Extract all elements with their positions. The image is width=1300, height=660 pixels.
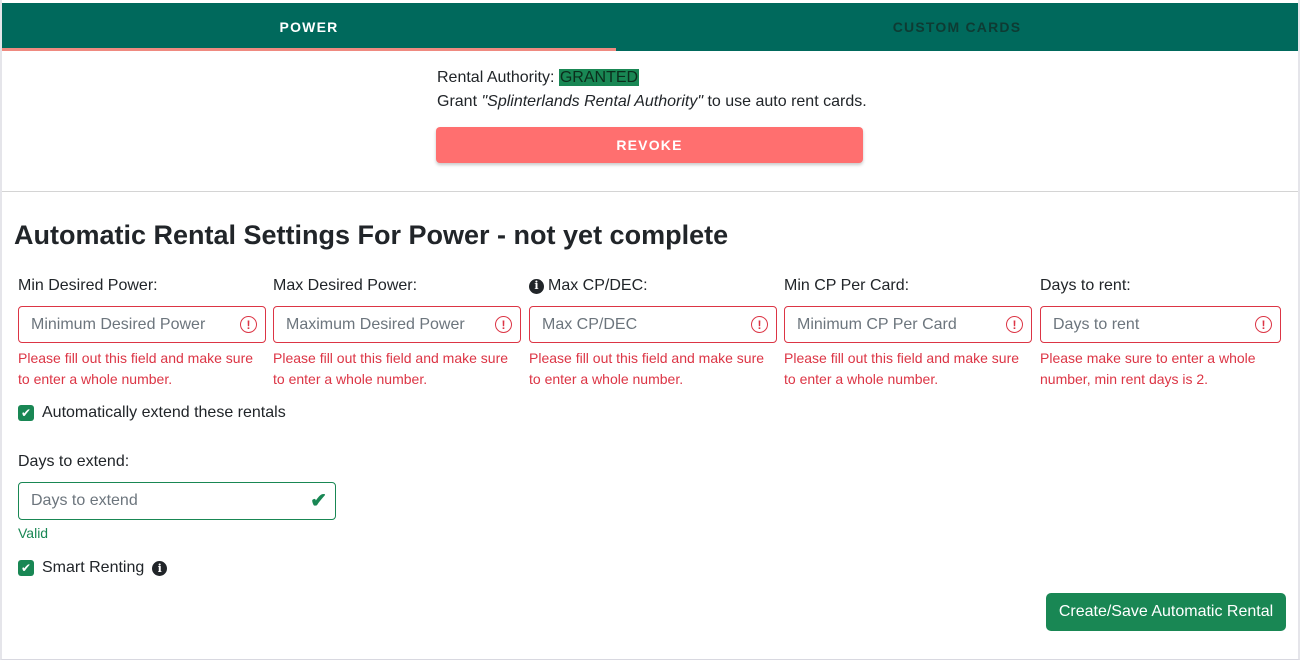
min-desired-power-feedback: Please fill out this field and make sure… xyxy=(18,350,254,387)
max-desired-power-label: Max Desired Power: xyxy=(273,277,418,294)
min-cp-per-card-wrap: ! xyxy=(784,306,1032,343)
info-circle-icon[interactable]: i xyxy=(152,560,168,576)
exclamation-circle-icon: ! xyxy=(1255,316,1272,333)
tab-custom-cards-label: CUSTOM CARDS xyxy=(892,19,1022,35)
tab-custom-cards[interactable]: CUSTOM CARDS xyxy=(616,3,1298,51)
check-icon: ✔ xyxy=(310,490,327,512)
exclamation-circle-icon: ! xyxy=(495,316,512,333)
exclamation-circle-icon: ! xyxy=(751,316,768,333)
max-desired-power-feedback: Please fill out this field and make sure… xyxy=(273,350,509,387)
min-cp-per-card-input[interactable] xyxy=(784,306,1032,343)
checkmark-icon: ✔ xyxy=(20,561,32,575)
max-desired-power-group: Max Desired Power: ! Please fill out thi… xyxy=(273,276,521,390)
days-to-rent-input[interactable] xyxy=(1040,306,1281,343)
smart-renting-row: ✔ Smart Renting i xyxy=(18,559,168,577)
min-desired-power-wrap: ! xyxy=(18,306,266,343)
tab-power-label: POWER xyxy=(279,19,339,35)
info-circle-icon[interactable]: i xyxy=(529,278,544,294)
auto-extend-row: ✔ Automatically extend these rentals xyxy=(18,404,286,422)
days-to-extend-input[interactable] xyxy=(18,482,336,520)
max-cp-dec-label: i Max CP/DEC: xyxy=(529,276,777,296)
days-to-rent-wrap: ! xyxy=(1040,306,1281,343)
granted-badge: GRANTED xyxy=(558,69,640,86)
grant-instruction: Grant "Splinterlands Rental Authority" t… xyxy=(437,90,867,114)
rental-authority-status: Rental Authority: GRANTED xyxy=(437,66,867,90)
create-save-automatic-rental-button[interactable]: Create/Save Automatic Rental xyxy=(1046,593,1286,631)
smart-renting-checkbox[interactable]: ✔ xyxy=(18,560,34,576)
min-cp-per-card-group: Min CP Per Card: ! Please fill out this … xyxy=(784,276,1032,390)
tab-bar: POWER CUSTOM CARDS xyxy=(2,3,1298,51)
max-cp-dec-feedback: Please fill out this field and make sure… xyxy=(529,350,765,387)
tab-power[interactable]: POWER xyxy=(2,3,616,51)
days-to-extend-feedback: Valid xyxy=(18,525,49,541)
grant-authority-name: "Splinterlands Rental Authority" xyxy=(481,93,704,110)
max-desired-power-wrap: ! xyxy=(273,306,521,343)
grant-suffix: to use auto rent cards. xyxy=(703,93,867,110)
active-tab-indicator xyxy=(2,48,616,51)
max-cp-dec-input[interactable] xyxy=(529,306,777,343)
auto-extend-checkbox[interactable]: ✔ xyxy=(18,405,34,421)
min-desired-power-group: Min Desired Power: ! Please fill out thi… xyxy=(18,276,266,390)
min-desired-power-label: Min Desired Power: xyxy=(18,277,158,294)
max-desired-power-input[interactable] xyxy=(273,306,521,343)
grant-prefix: Grant xyxy=(437,93,482,110)
max-cp-dec-group: i Max CP/DEC: ! Please fill out this fie… xyxy=(529,276,777,390)
min-cp-per-card-label: Min CP Per Card: xyxy=(784,277,910,294)
days-to-rent-feedback: Please make sure to enter a whole number… xyxy=(1040,350,1256,387)
checkmark-icon: ✔ xyxy=(20,406,32,420)
min-cp-per-card-feedback: Please fill out this field and make sure… xyxy=(784,350,1020,387)
section-divider xyxy=(2,191,1298,192)
max-cp-dec-wrap: ! xyxy=(529,306,777,343)
smart-renting-label[interactable]: Smart Renting xyxy=(42,559,144,577)
days-to-extend-label: Days to extend: xyxy=(18,453,130,470)
revoke-button[interactable]: REVOKE xyxy=(436,127,863,163)
rental-authority-block: Rental Authority: GRANTED Grant "Splinte… xyxy=(437,66,867,114)
days-to-rent-label: Days to rent: xyxy=(1040,277,1131,294)
min-desired-power-input[interactable] xyxy=(18,306,266,343)
page-title: Automatic Rental Settings For Power - no… xyxy=(14,220,729,250)
exclamation-circle-icon: ! xyxy=(1006,316,1023,333)
rental-authority-label: Rental Authority: xyxy=(437,69,555,86)
days-to-rent-group: Days to rent: ! Please make sure to ente… xyxy=(1040,276,1281,390)
exclamation-circle-icon: ! xyxy=(240,316,257,333)
auto-extend-label[interactable]: Automatically extend these rentals xyxy=(42,404,286,422)
days-to-extend-wrap: ✔ xyxy=(18,482,336,520)
